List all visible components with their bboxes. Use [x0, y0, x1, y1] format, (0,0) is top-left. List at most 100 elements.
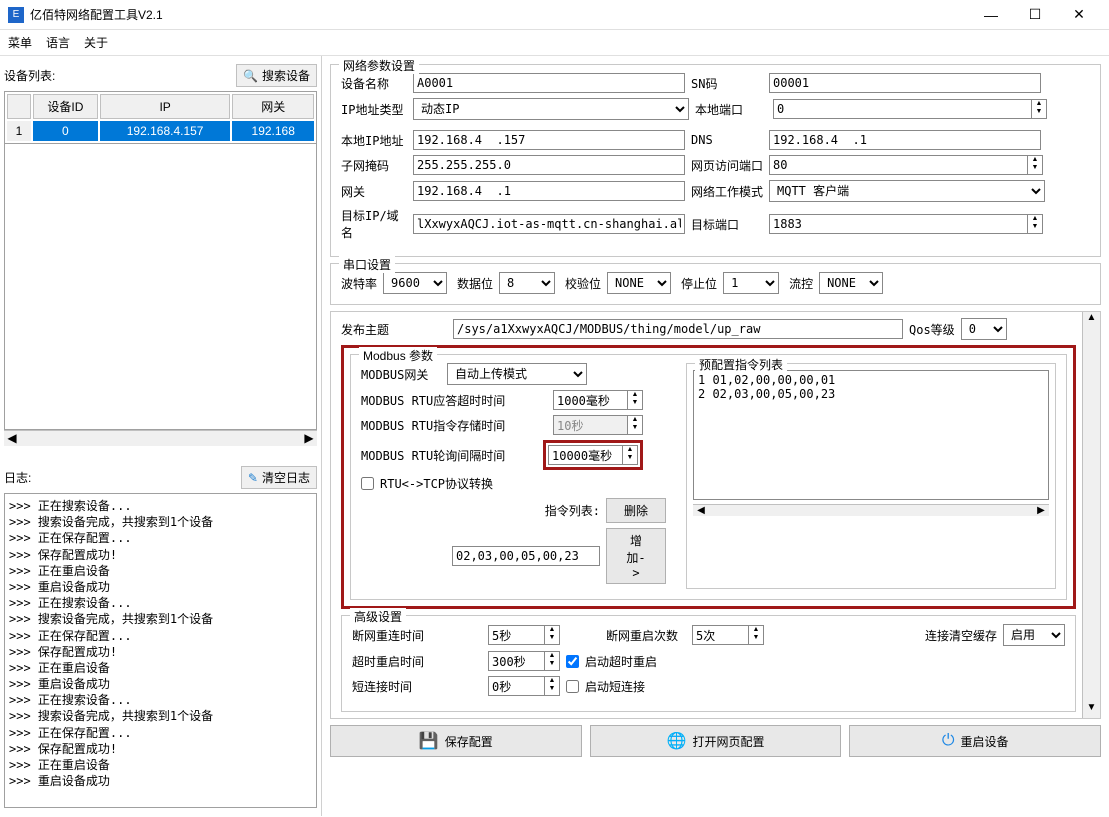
gateway-label: 网关	[341, 183, 407, 200]
modbus-poll-label: MODBUS RTU轮询间隔时间	[361, 447, 537, 464]
maximize-button[interactable]: ☐	[1013, 1, 1057, 29]
spinner-arrows[interactable]: ▲▼	[622, 445, 638, 465]
modbus-resp-label: MODBUS RTU应答超时时间	[361, 392, 547, 409]
modbus-resp-input[interactable]	[553, 390, 627, 410]
local-port-spinner[interactable]: ▲▼	[773, 99, 1047, 119]
device-table-body[interactable]	[4, 144, 317, 430]
add-button[interactable]: 增加->	[606, 528, 666, 584]
timeout-reboot-spinner[interactable]: ▲▼	[488, 651, 560, 671]
target-port-spinner[interactable]: ▲▼	[769, 214, 1043, 234]
short-conn-spinner[interactable]: ▲▼	[488, 676, 560, 696]
preset-cmd-list[interactable]: 1 01,02,00,00,00,012 02,03,00,05,00,23	[693, 370, 1049, 500]
log-textarea[interactable]: >>> 正在搜索设备...>>> 搜索设备完成，共搜索到1个设备>>> 正在保存…	[4, 493, 317, 808]
modbus-poll-spinner[interactable]: ▲▼	[548, 445, 638, 465]
col-gateway[interactable]: 网关	[232, 94, 314, 119]
advanced-group: 高级设置 断网重连时间 ▲▼ 断网重启次数 ▲▼ 连接清空缓存 启用 超时重启时…	[341, 615, 1076, 712]
modbus-poll-input[interactable]	[548, 445, 622, 465]
retry-spinner[interactable]: ▲▼	[692, 625, 764, 645]
web-port-input[interactable]	[769, 155, 1027, 175]
spinner-arrows[interactable]: ▲▼	[1031, 99, 1047, 119]
row-ip: 192.168.4.157	[100, 121, 231, 141]
modbus-gw-select[interactable]: 自动上传模式	[447, 363, 587, 385]
gateway-input[interactable]	[413, 181, 685, 201]
spinner-arrows[interactable]: ▲▼	[544, 625, 560, 645]
enable-short-conn-label: 启动短连接	[585, 678, 645, 695]
scroll-up-icon[interactable]: ▲	[1087, 312, 1097, 328]
scroll-track[interactable]	[709, 505, 1033, 516]
web-port-spinner[interactable]: ▲▼	[769, 155, 1043, 175]
rtu-tcp-checkbox[interactable]	[361, 477, 374, 490]
col-ip[interactable]: IP	[100, 94, 231, 119]
reconnect-input[interactable]	[488, 625, 544, 645]
close-button[interactable]: ✕	[1057, 1, 1101, 29]
publish-topic-label: 发布主题	[341, 321, 447, 338]
menu-about[interactable]: 关于	[84, 34, 108, 51]
local-ip-input[interactable]	[413, 130, 685, 150]
save-icon: 💾	[419, 731, 439, 751]
modbus-highlight-box: Modbus 参数 MODBUS网关 自动上传模式 MODBUS RTU应答超时…	[341, 345, 1076, 609]
minimize-button[interactable]: —	[969, 1, 1013, 29]
baud-label: 波特率	[341, 275, 377, 292]
device-name-input[interactable]	[413, 73, 685, 93]
scroll-down-icon[interactable]: ▼	[1087, 702, 1097, 718]
cmd-input[interactable]	[452, 546, 600, 566]
search-device-button[interactable]: 🔍 搜索设备	[236, 64, 317, 87]
spinner-arrows[interactable]: ▲▼	[544, 676, 560, 696]
qos-select[interactable]: 0	[961, 318, 1007, 340]
app-icon: E	[8, 7, 24, 23]
scroll-left-icon[interactable]: ◀	[4, 431, 20, 446]
target-port-input[interactable]	[769, 214, 1027, 234]
reconnect-spinner[interactable]: ▲▼	[488, 625, 560, 645]
enable-timeout-reboot-checkbox[interactable]	[566, 655, 579, 668]
sn-input[interactable]	[769, 73, 1041, 93]
retry-label: 断网重启次数	[606, 627, 686, 644]
serial-title: 串口设置	[339, 256, 395, 273]
scroll-left-icon[interactable]: ◀	[693, 505, 709, 516]
target-input[interactable]	[413, 214, 685, 234]
save-config-button[interactable]: 💾 保存配置	[330, 725, 582, 757]
flow-select[interactable]: NONE	[819, 272, 883, 294]
local-port-input[interactable]	[773, 99, 1031, 119]
device-table[interactable]: 设备ID IP 网关 1 0 192.168.4.157 192.168	[4, 91, 317, 144]
vertical-scrollbar[interactable]: ▲ ▼	[1082, 312, 1100, 718]
short-conn-input[interactable]	[488, 676, 544, 696]
work-mode-label: 网络工作模式	[691, 183, 763, 200]
delete-button[interactable]: 删除	[606, 498, 666, 523]
horizontal-scrollbar[interactable]: ◀ ▶	[4, 430, 317, 446]
ip-type-select[interactable]: 动态IP	[413, 98, 689, 120]
spinner-arrows[interactable]: ▲▼	[544, 651, 560, 671]
spinner-arrows[interactable]: ▲▼	[748, 625, 764, 645]
menu-main[interactable]: 菜单	[8, 34, 32, 51]
preset-scrollbar[interactable]: ◀ ▶	[693, 504, 1049, 516]
table-row[interactable]: 1 0 192.168.4.157 192.168	[7, 121, 314, 141]
scroll-right-icon[interactable]: ▶	[301, 431, 317, 446]
cache-select[interactable]: 启用	[1003, 624, 1065, 646]
cache-label: 连接清空缓存	[925, 627, 997, 644]
dns-input[interactable]	[769, 130, 1041, 150]
enable-short-conn-checkbox[interactable]	[566, 680, 579, 693]
parity-select[interactable]: NONE	[607, 272, 671, 294]
baud-select[interactable]: 9600	[383, 272, 447, 294]
timeout-reboot-input[interactable]	[488, 651, 544, 671]
work-mode-select[interactable]: MQTT 客户端	[769, 180, 1045, 202]
stopbits-select[interactable]: 1	[723, 272, 779, 294]
col-device-id[interactable]: 设备ID	[33, 94, 98, 119]
modbus-resp-spinner[interactable]: ▲▼	[553, 390, 643, 410]
publish-topic-input[interactable]	[453, 319, 903, 339]
scroll-track[interactable]	[20, 431, 301, 446]
retry-input[interactable]	[692, 625, 748, 645]
open-web-button[interactable]: 🌐 打开网页配置	[590, 725, 842, 757]
cmd-list-label: 指令列表:	[545, 502, 600, 519]
spinner-arrows[interactable]: ▲▼	[1027, 155, 1043, 175]
databits-select[interactable]: 8	[499, 272, 555, 294]
ip-type-label: IP地址类型	[341, 101, 407, 118]
target-label: 目标IP/域名	[341, 207, 407, 241]
mask-input[interactable]	[413, 155, 685, 175]
menu-lang[interactable]: 语言	[46, 34, 70, 51]
window-title: 亿佰特网络配置工具V2.1	[30, 6, 969, 23]
spinner-arrows[interactable]: ▲▼	[627, 390, 643, 410]
reboot-button[interactable]: ⏻ 重启设备	[849, 725, 1101, 757]
scroll-right-icon[interactable]: ▶	[1033, 505, 1049, 516]
spinner-arrows[interactable]: ▲▼	[1027, 214, 1043, 234]
clear-log-button[interactable]: ✎ 清空日志	[241, 466, 317, 489]
